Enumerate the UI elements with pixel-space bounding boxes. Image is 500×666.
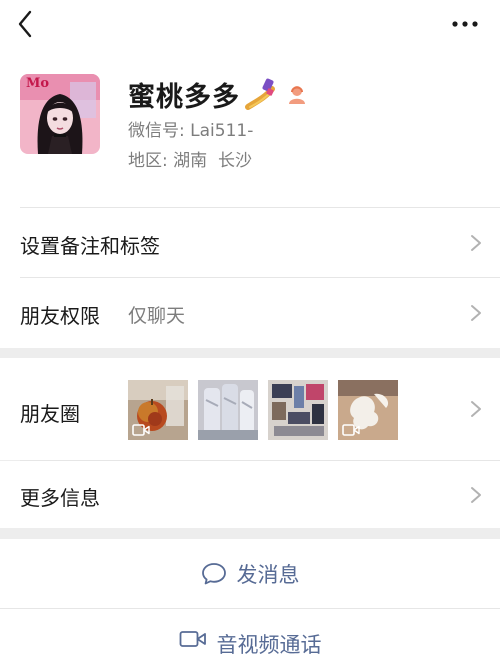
friend-permissions-label: 朋友权限 — [20, 304, 100, 328]
voice-video-call-label: 音视频通话 — [216, 633, 322, 657]
moments-thumbnails — [128, 380, 398, 440]
chevron-right-icon — [471, 235, 481, 251]
chevron-right-icon — [471, 401, 481, 417]
moments-thumb-1[interactable] — [128, 380, 188, 440]
profile-card: Mo 蜜桃多多 微信号: Lai511- 地区: 湖南 长沙 — [0, 50, 500, 208]
nickname-row: 蜜桃多多 — [128, 74, 308, 114]
send-message-label: 发消息 — [236, 563, 300, 587]
avatar[interactable]: Mo — [20, 74, 100, 154]
moments-label: 朋友圈 — [20, 402, 80, 426]
back-chevron-icon[interactable] — [12, 8, 40, 40]
friend-permissions-row[interactable]: 朋友权限 仅聊天 — [0, 278, 500, 348]
moments-row[interactable]: 朋友圈 — [0, 358, 500, 460]
friend-permissions-value: 仅聊天 — [128, 305, 186, 327]
moments-thumb-2[interactable] — [198, 380, 258, 440]
female-icon — [289, 86, 305, 104]
more-info-label: 更多信息 — [20, 486, 100, 510]
more-dots-icon[interactable] — [450, 10, 480, 38]
video-call-icon — [179, 631, 206, 647]
set-remark-tags-label: 设置备注和标签 — [20, 234, 160, 258]
voice-video-call-button[interactable]: 音视频通话 — [0, 609, 500, 666]
top-bar — [0, 0, 500, 50]
nail-polish-emoji-icon — [245, 78, 275, 110]
video-icon — [132, 424, 150, 436]
region: 地区: 湖南 长沙 — [128, 146, 252, 171]
chat-bubble-icon — [201, 563, 226, 585]
more-info-row[interactable]: 更多信息 — [0, 461, 500, 528]
region-label: 地区: — [128, 151, 168, 171]
video-icon — [342, 424, 360, 436]
moments-thumb-3[interactable] — [268, 380, 328, 440]
moments-thumb-4[interactable] — [338, 380, 398, 440]
send-message-button[interactable]: 发消息 — [0, 539, 500, 609]
wechat-id-value: Lai511- — [190, 121, 254, 141]
wechat-id: 微信号: Lai511- — [128, 116, 253, 141]
chevron-right-icon — [471, 487, 481, 503]
set-remark-tags-row[interactable]: 设置备注和标签 — [0, 208, 500, 278]
wechat-id-label: 微信号: — [128, 121, 185, 141]
nickname: 蜜桃多多 — [128, 81, 240, 113]
chevron-right-icon — [471, 305, 481, 321]
avatar-caption: Mo — [26, 76, 50, 91]
region-value: 湖南 长沙 — [173, 151, 252, 171]
